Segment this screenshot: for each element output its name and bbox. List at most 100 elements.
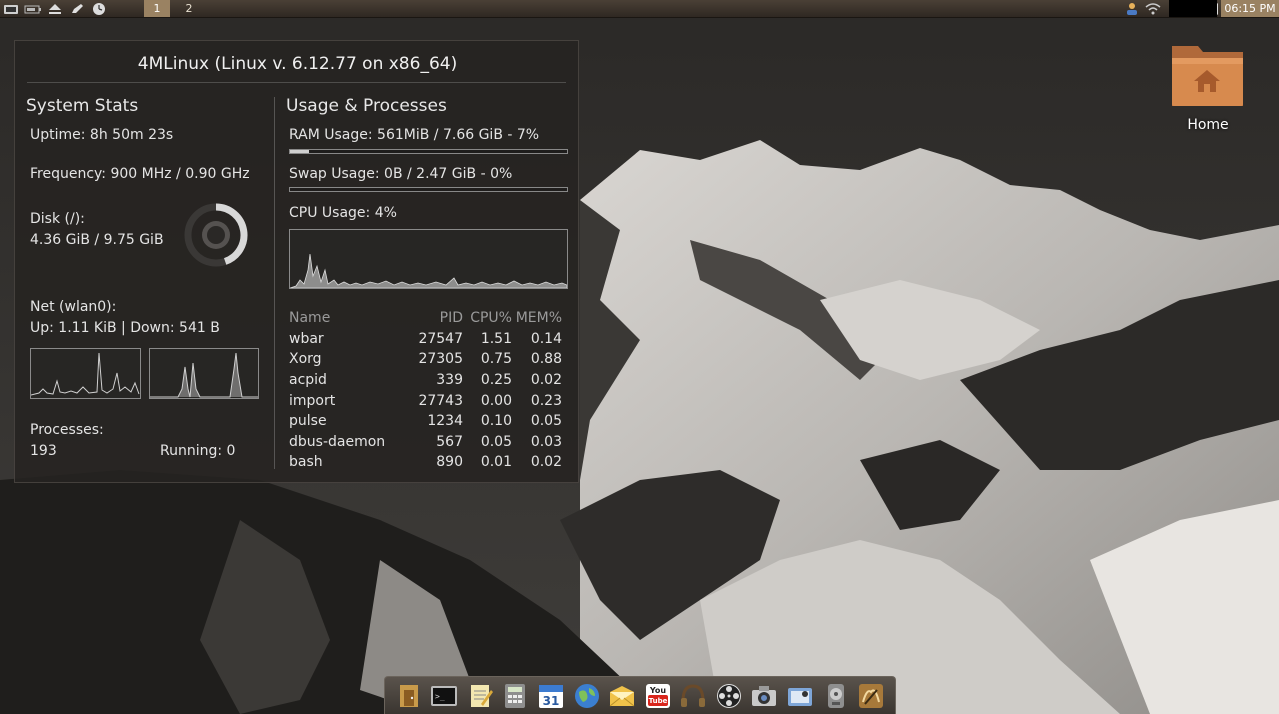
- process-cpu: 0.75: [480, 351, 512, 368]
- process-table-header: Name PID CPU% MEM%: [289, 308, 562, 329]
- processes-label: Processes:: [30, 422, 104, 438]
- home-folder-icon: [1172, 46, 1243, 106]
- workspace-2[interactable]: 2: [176, 0, 202, 17]
- calendar-icon[interactable]: 31: [537, 681, 565, 711]
- table-row: acpid 339 0.25 0.02: [289, 370, 562, 391]
- file-manager-icon[interactable]: [395, 681, 423, 711]
- top-panel: 1 2 06:15 PM: [0, 0, 1279, 18]
- headphones-icon[interactable]: [679, 681, 707, 711]
- net-label: Net (wlan0):: [30, 299, 117, 315]
- wbar-dock: >_ 31 You Tube: [384, 676, 896, 714]
- svg-text:>_: >_: [435, 692, 445, 701]
- process-pid: 27305: [418, 351, 463, 368]
- table-row: pulse 1234 0.10 0.05: [289, 411, 562, 432]
- process-pid: 27547: [418, 330, 463, 347]
- swap-usage-bar: [289, 187, 568, 192]
- screenshot-icon[interactable]: [786, 681, 814, 711]
- disc-icon[interactable]: [822, 681, 850, 711]
- process-name: dbus-daemon: [289, 433, 386, 450]
- title-divider: [27, 82, 566, 83]
- panel-clock[interactable]: 06:15 PM: [1221, 0, 1279, 17]
- table-row: bash 890 0.01 0.02: [289, 452, 562, 473]
- col-cpu-header[interactable]: CPU%: [463, 308, 512, 329]
- frequency-text: Frequency: 900 MHz / 0.90 GHz: [30, 166, 250, 182]
- table-row: wbar 27547 1.51 0.14: [289, 329, 562, 350]
- process-pid: 27743: [418, 392, 463, 409]
- process-name: Xorg: [289, 351, 322, 368]
- user-icon[interactable]: [1123, 1, 1141, 16]
- process-table: Name PID CPU% MEM% wbar 27547 1.51 0.14 …: [289, 308, 562, 473]
- disk-label: Disk (/):: [30, 211, 85, 227]
- process-pid: 1234: [427, 413, 463, 430]
- video-player-icon[interactable]: [715, 681, 743, 711]
- tray-blank-area: [1169, 0, 1217, 17]
- calculator-icon[interactable]: [501, 681, 529, 711]
- conky-title: 4MLinux (Linux v. 6.12.77 on x86_64): [137, 54, 458, 74]
- process-mem: 0.14: [530, 330, 562, 347]
- processes-count: 193: [30, 443, 57, 459]
- process-cpu: 0.00: [480, 392, 512, 409]
- process-mem: 0.05: [530, 413, 562, 430]
- home-icon-label: Home: [1187, 117, 1229, 133]
- process-pid: 890: [436, 454, 463, 471]
- process-pid: 567: [436, 433, 463, 450]
- running-count: Running: 0: [160, 443, 236, 459]
- cpu-usage-graph: [289, 229, 568, 289]
- clock-widget-icon[interactable]: [90, 1, 108, 16]
- process-name: acpid: [289, 372, 327, 389]
- col-mem-header[interactable]: MEM%: [512, 308, 562, 329]
- process-cpu: 0.01: [480, 454, 512, 471]
- mail-icon[interactable]: [608, 681, 636, 711]
- col-pid-header[interactable]: PID: [402, 308, 463, 329]
- process-name: import: [289, 392, 336, 409]
- disk-value: 4.36 GiB / 9.75 GiB: [30, 232, 164, 248]
- wifi-icon[interactable]: [1144, 1, 1162, 16]
- process-mem: 0.02: [530, 454, 562, 471]
- ram-usage-text: RAM Usage: 561MiB / 7.66 GiB - 7%: [289, 127, 540, 143]
- process-pid: 339: [436, 372, 463, 389]
- swap-usage-text: Swap Usage: 0B / 2.47 GiB - 0%: [289, 166, 513, 182]
- conky-system-monitor: 4MLinux (Linux v. 6.12.77 on x86_64) Sys…: [14, 40, 579, 483]
- uptime-text: Uptime: 8h 50m 23s: [30, 127, 174, 143]
- process-cpu: 0.10: [480, 413, 512, 430]
- process-mem: 0.02: [530, 372, 562, 389]
- process-cpu: 1.51: [480, 330, 512, 347]
- process-cpu: 0.25: [480, 372, 512, 389]
- process-mem: 0.88: [530, 351, 562, 368]
- svg-text:You: You: [649, 686, 667, 695]
- youtube-icon[interactable]: You Tube: [644, 681, 672, 711]
- ram-usage-bar: [289, 149, 568, 154]
- process-name: wbar: [289, 330, 324, 347]
- col-name-header[interactable]: Name: [289, 308, 402, 329]
- terminal-icon[interactable]: >_: [430, 681, 458, 711]
- cpu-usage-text: CPU Usage: 4%: [289, 205, 397, 221]
- desktop-home-icon[interactable]: Home: [1165, 40, 1251, 140]
- workspace-1[interactable]: 1: [144, 0, 170, 17]
- net-value: Up: 1.11 KiB | Down: 541 B: [30, 320, 220, 336]
- column-divider: [274, 97, 275, 469]
- process-mem: 0.23: [530, 392, 562, 409]
- download-graph: [149, 348, 259, 399]
- battery-icon[interactable]: [24, 1, 42, 16]
- svg-text:Tube: Tube: [648, 697, 667, 705]
- table-row: Xorg 27305 0.75 0.88: [289, 349, 562, 370]
- pen-icon[interactable]: [68, 1, 86, 16]
- camera-icon[interactable]: [750, 681, 778, 711]
- process-mem: 0.03: [530, 433, 562, 450]
- eject-icon[interactable]: [46, 1, 64, 16]
- calendar-day: 31: [543, 694, 560, 708]
- system-stats-heading: System Stats: [26, 96, 139, 116]
- web-browser-icon[interactable]: [573, 681, 601, 711]
- table-row: dbus-daemon 567 0.05 0.03: [289, 432, 562, 453]
- panel-launchers: [2, 0, 108, 17]
- xfce-mouse-icon[interactable]: [857, 681, 885, 711]
- ram-usage-fill: [290, 150, 310, 153]
- process-cpu: 0.05: [480, 433, 512, 450]
- disk-usage-gauge: [184, 203, 248, 267]
- process-name: pulse: [289, 413, 327, 430]
- upload-graph: [30, 348, 141, 399]
- terminal-icon[interactable]: [2, 1, 20, 16]
- text-editor-icon[interactable]: [466, 681, 494, 711]
- usage-processes-heading: Usage & Processes: [286, 96, 447, 116]
- process-name: bash: [289, 454, 323, 471]
